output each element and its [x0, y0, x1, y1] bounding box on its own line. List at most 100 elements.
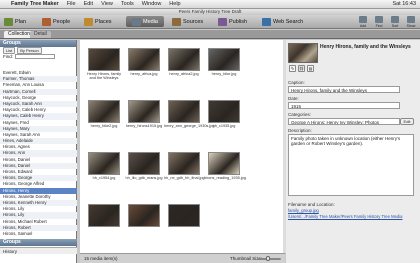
- media-thumbnail[interactable]: henry_ann_george_1930s.jpg: [164, 100, 215, 132]
- filename-link[interactable]: family_group.jpg: [288, 208, 319, 213]
- date-label: Date:: [288, 96, 299, 101]
- media-thumbnail[interactable]: henry_africa2.jpg: [164, 48, 204, 80]
- people-list: Everett, Edwin Farmer, Thomas Freeman, Ann…: [0, 70, 77, 238]
- pencil-icon[interactable]: ✎: [289, 65, 296, 72]
- thumbnail-image: [208, 204, 240, 227]
- media-icon: [132, 17, 141, 26]
- file-icon[interactable]: ▤: [307, 65, 314, 72]
- menu-window[interactable]: Window: [142, 1, 162, 7]
- tab-sources[interactable]: Sources: [172, 16, 203, 27]
- thumbnail-caption: hh_c1954.jpg: [92, 176, 116, 180]
- tab-people[interactable]: People: [42, 16, 70, 27]
- publish-icon: [218, 17, 227, 26]
- thumbnail-image: [128, 204, 160, 227]
- thumbnail-image: [88, 204, 120, 227]
- media-thumbnail[interactable]: hh_c1954.jpg: [84, 152, 124, 184]
- media-thumbnail[interactable]: [84, 204, 124, 236]
- menu-app-name[interactable]: Family Tree Maker: [11, 1, 59, 7]
- media-thumbnail[interactable]: hh_c1935.jpg: [204, 100, 244, 132]
- thumbnail-caption: henry_ann_george_1930s.jpg: [164, 124, 215, 128]
- slider-knob[interactable]: [266, 256, 270, 261]
- add-icon: [359, 16, 367, 23]
- groups-footer[interactable]: Groups: [0, 239, 77, 246]
- find-row: Find:: [0, 53, 76, 59]
- media-thumbnail[interactable]: [204, 204, 244, 236]
- media-thumbnail[interactable]: hh_lilo_gdb_mans.jpg: [124, 152, 164, 184]
- tab-places-label: Places: [95, 18, 112, 25]
- media-thumbnail[interactable]: Henry Hirons, family and the Winsleys: [84, 48, 124, 80]
- media-preview-image[interactable]: [288, 43, 318, 63]
- menu-file[interactable]: File: [67, 1, 76, 7]
- media-count: 15 media item(s): [84, 256, 118, 261]
- show-label: Show: [406, 24, 416, 28]
- media-thumbnail[interactable]: [244, 48, 284, 80]
- tab-places[interactable]: Places: [84, 16, 112, 27]
- media-thumbnail[interactable]: [244, 204, 284, 236]
- thumbnail-caption: henry_bike.jpg: [211, 72, 237, 76]
- menu-help[interactable]: Help: [169, 1, 180, 7]
- thumbnail-caption: hh_ne_gdh_hh_final.jpg: [164, 176, 205, 180]
- media-path-link[interactable]: /Users/.../Family Tree Maker/Peers Famil…: [288, 214, 416, 219]
- tab-web-search[interactable]: Web Search: [262, 16, 303, 27]
- find-icon: [375, 16, 383, 23]
- list-item[interactable]: Hirons, Samuel: [0, 231, 77, 237]
- by-person-button[interactable]: By Person: [17, 46, 42, 54]
- media-gallery: Henry Hirons, family and the Winsleys hen…: [80, 40, 285, 253]
- main-toolbar: Plan People Places Media Sources Publish…: [0, 15, 420, 29]
- tab-plan[interactable]: Plan: [4, 16, 26, 27]
- status-bar: 15 media item(s) Thumbnail Size:: [80, 253, 285, 263]
- media-thumbnail[interactable]: henry_bike.jpg: [204, 48, 244, 80]
- thumbnail-image: [88, 152, 120, 175]
- thumbnail-caption: hh_lilo_gdb_mans.jpg: [125, 176, 163, 180]
- groups-header: Groups: [0, 40, 76, 47]
- media-thumbnail[interactable]: [164, 204, 204, 236]
- find-input[interactable]: [15, 53, 56, 59]
- web-search-icon: [262, 17, 271, 26]
- menu-edit[interactable]: Edit: [84, 1, 93, 7]
- find-label: Find:: [3, 53, 14, 59]
- list-button[interactable]: List: [3, 46, 16, 54]
- tab-web-search-label: Web Search: [273, 18, 304, 25]
- places-icon: [84, 17, 93, 26]
- media-thumbnail[interactable]: [124, 204, 164, 236]
- thumbnail-image: [168, 48, 200, 71]
- menu-view[interactable]: View: [101, 1, 113, 7]
- media-thumbnail[interactable]: [244, 152, 284, 184]
- tab-publish[interactable]: Publish: [218, 16, 247, 27]
- history-button[interactable]: History: [0, 247, 77, 254]
- thumbnail-caption: henry_africa.jpg: [130, 72, 158, 76]
- thumbnail-image: [208, 100, 240, 123]
- link-icon[interactable]: ⛓: [298, 65, 305, 72]
- menubar-clock: Sat 16:43: [392, 1, 416, 7]
- menu-tools[interactable]: Tools: [121, 1, 134, 7]
- tab-people-label: People: [53, 18, 71, 25]
- menu-bar: Family Tree Maker File Edit View Tools W…: [0, 0, 420, 9]
- find-button[interactable]: Find: [372, 16, 386, 28]
- media-thumbnail[interactable]: henry_bike2.jpg: [84, 100, 124, 132]
- show-icon: [407, 16, 415, 23]
- media-thumbnail[interactable]: hh_ne_gdh_hh_final.jpg: [164, 152, 205, 184]
- thumbnail-image: [128, 100, 160, 123]
- tab-detail[interactable]: Detail: [30, 31, 51, 38]
- thumbnail-caption: hh_c1935.jpg: [212, 124, 236, 128]
- edit-categories-button[interactable]: Edit: [400, 118, 414, 125]
- add-button[interactable]: Add: [356, 16, 370, 28]
- sort-button[interactable]: Sort: [388, 16, 402, 28]
- media-thumbnail[interactable]: [244, 100, 284, 132]
- media-preview-title: Henry Hirons, family and the Winsleys: [320, 44, 411, 50]
- media-thumbnail[interactable]: henry_africa.jpg: [124, 48, 164, 80]
- date-field[interactable]: 1915: [288, 102, 400, 109]
- thumbnail-caption: Henry Hirons, family and the Winsleys: [86, 72, 122, 80]
- sort-icon: [391, 16, 399, 23]
- view-tabs: Collection Detail: [0, 30, 420, 39]
- thumbnail-image: [168, 204, 200, 227]
- media-thumbnail[interactable]: henry_hirons1915.jpg: [124, 100, 164, 132]
- description-field[interactable]: Family photo taken in unknown location (…: [288, 134, 414, 196]
- caption-field[interactable]: Henry Hirons, family and the Winsleys: [288, 86, 400, 93]
- show-button[interactable]: Show: [404, 16, 418, 28]
- media-thumbnail[interactable]: hirons_reading_1935.jpg: [204, 152, 246, 184]
- tab-media[interactable]: Media: [126, 16, 164, 27]
- add-label: Add: [359, 24, 367, 28]
- thumbnail-caption: hirons_reading_1935.jpg: [204, 176, 246, 180]
- sources-icon: [172, 17, 181, 26]
